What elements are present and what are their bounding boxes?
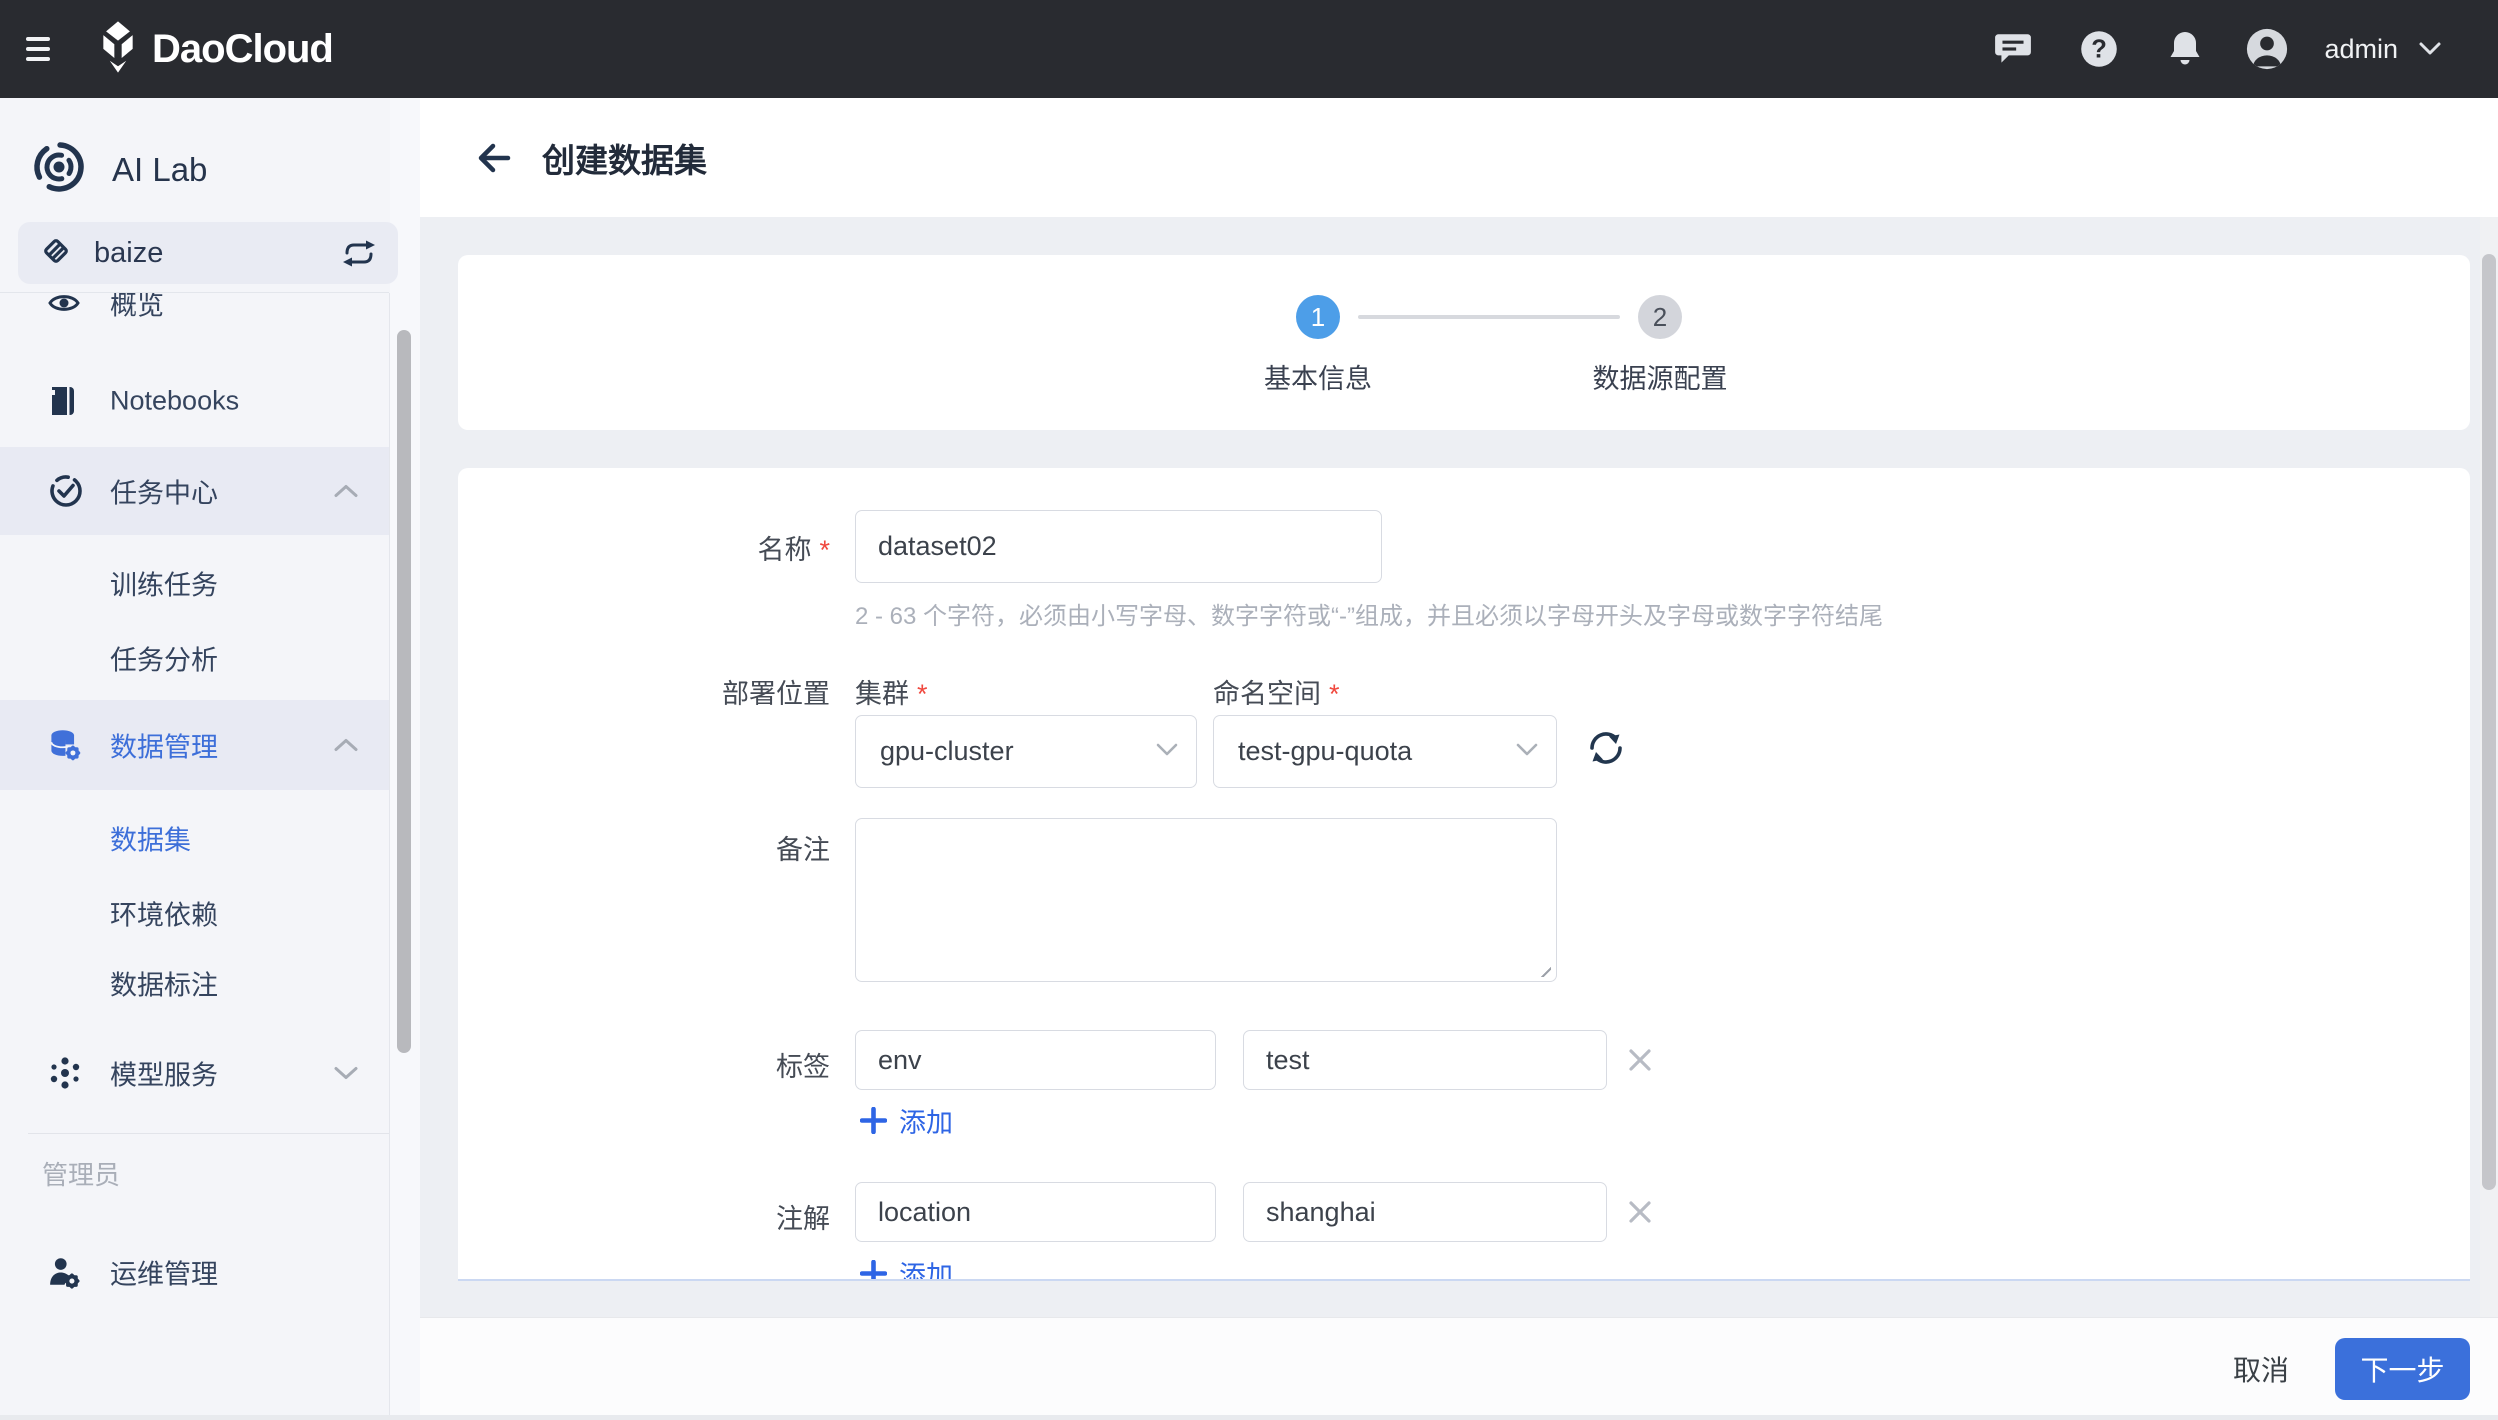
user-avatar[interactable] [2246, 28, 2288, 70]
help-icon[interactable]: ? [2078, 28, 2120, 70]
step-1-label: 基本信息 [1264, 364, 1372, 394]
required-marker: * [1329, 679, 1340, 709]
task-check-icon [48, 473, 84, 509]
page-header: 创建数据集 [420, 98, 2498, 217]
back-arrow-icon[interactable] [476, 142, 512, 174]
namespace-label: 命名空间 * [1213, 679, 1340, 709]
step-2-circle: 2 [1638, 295, 1682, 339]
tag-key-input[interactable] [855, 1030, 1216, 1090]
main-area: 创建数据集 1 2 基本信息 数据源配置 名称* 2 - 63 个字符，必须由小… [420, 98, 2498, 1420]
chevron-up-icon [333, 484, 359, 499]
notifications-bell-icon[interactable] [2164, 28, 2206, 70]
sidebar-item-datasets[interactable]: 数据集 [0, 800, 389, 875]
next-step-button[interactable]: 下一步 [2335, 1338, 2470, 1400]
product-header: AI Lab [32, 140, 207, 199]
chevron-down-icon [1516, 743, 1538, 761]
plus-icon [860, 1260, 887, 1279]
required-marker: * [917, 679, 928, 709]
remove-tag-icon[interactable] [1620, 1040, 1660, 1080]
annotation-value-input[interactable] [1243, 1182, 1607, 1242]
brand-logo: DaoCloud [96, 20, 334, 78]
annotation-key-input[interactable] [855, 1182, 1216, 1242]
workspace-diamond-icon [40, 235, 72, 272]
sidebar-item-model-services[interactable]: 模型服务 [0, 1035, 389, 1110]
step-1-circle: 1 [1296, 295, 1340, 339]
step-2-label: 数据源配置 [1592, 364, 1728, 394]
form-card: 名称* 2 - 63 个字符，必须由小写字母、数字字符或“-”组成，并且必须以字… [458, 468, 2470, 1281]
page-title: 创建数据集 [542, 141, 707, 179]
annotations-label: 注解 [776, 1204, 830, 1234]
chevron-down-icon [2418, 41, 2442, 57]
cluster-label: 集群 * [855, 679, 928, 709]
top-bar: DaoCloud ? admin [0, 0, 2498, 98]
cancel-button[interactable]: 取消 [2233, 1349, 2289, 1389]
deploy-location-label: 部署位置 [722, 679, 830, 709]
sidebar-menu: 概览 Notebooks 任务中心 训练任务 任务分析 数据管理 数据集 环境依… [0, 293, 389, 1420]
bottom-edge [0, 1415, 2498, 1420]
chevron-up-icon [333, 738, 359, 753]
footer-bar: 取消 下一步 [420, 1317, 2498, 1420]
notebook-icon [48, 385, 78, 417]
sidebar-item-training-jobs[interactable]: 训练任务 [0, 545, 389, 620]
sidebar: AI Lab baize 概览 Notebooks 任务中心 训练任务 任务分析… [0, 98, 420, 1420]
app-screen: DaoCloud ? admin AI Lab baize 概览 Noteboo… [0, 0, 2498, 1420]
add-annotation-button[interactable]: 添加 [860, 1254, 953, 1279]
workspace-name: baize [94, 236, 164, 269]
switch-workspace-icon[interactable] [342, 240, 376, 267]
name-label: 名称 * [757, 535, 830, 565]
nodes-cluster-icon [48, 1056, 82, 1090]
add-tag-button[interactable]: 添加 [860, 1101, 953, 1140]
main-scrollbar[interactable] [2482, 254, 2496, 1190]
name-input[interactable] [855, 510, 1382, 583]
admin-section-divider [28, 1133, 389, 1134]
sidebar-scrollbar[interactable] [397, 330, 411, 1053]
sidebar-item-data-annotation[interactable]: 数据标注 [0, 945, 389, 1020]
admin-section-label: 管理员 [42, 1160, 121, 1190]
plus-icon [860, 1107, 887, 1134]
sidebar-item-data-management[interactable]: 数据管理 [0, 700, 389, 790]
username: admin [2324, 33, 2398, 64]
chevron-down-icon [1156, 743, 1178, 761]
sidebar-item-environments[interactable]: 环境依赖 [0, 875, 389, 950]
remark-textarea[interactable] [855, 818, 1557, 982]
user-gear-icon [48, 1255, 82, 1289]
sidebar-item-task-center[interactable]: 任务中心 [0, 447, 389, 535]
sidebar-item-ops-management[interactable]: 运维管理 [0, 1233, 389, 1311]
brand-name: DaoCloud [152, 26, 334, 71]
sidebar-item-overview[interactable]: 概览 [0, 293, 389, 340]
tags-label: 标签 [776, 1052, 830, 1082]
menu-right-border [389, 293, 390, 1420]
ai-lab-icon [32, 140, 86, 199]
hamburger-menu-icon[interactable] [26, 37, 50, 61]
sidebar-item-job-analysis[interactable]: 任务分析 [0, 620, 389, 695]
workspace-selector[interactable]: baize [18, 222, 398, 284]
eye-icon [48, 293, 80, 316]
product-name: AI Lab [112, 150, 208, 188]
remark-label: 备注 [776, 835, 830, 865]
required-marker: * [819, 535, 830, 565]
message-icon[interactable] [1992, 28, 2034, 70]
refresh-icon[interactable] [1582, 724, 1630, 772]
cluster-select[interactable]: gpu-cluster [855, 715, 1197, 788]
step-connector [1358, 315, 1620, 319]
stepper-card: 1 2 基本信息 数据源配置 [458, 255, 2470, 430]
chevron-down-icon [333, 1065, 359, 1080]
user-menu[interactable]: admin [2306, 34, 2442, 65]
remove-annotation-icon[interactable] [1620, 1192, 1660, 1232]
name-hint: 2 - 63 个字符，必须由小写字母、数字字符或“-”组成，并且必须以字母开头及… [855, 603, 1884, 630]
svg-text:?: ? [2092, 35, 2108, 63]
namespace-select[interactable]: test-gpu-quota [1213, 715, 1557, 788]
tag-value-input[interactable] [1243, 1030, 1607, 1090]
database-gear-icon [48, 728, 82, 762]
topbar-actions: ? admin [1948, 28, 2498, 70]
daocloud-gem-icon [96, 20, 140, 78]
sidebar-item-notebooks[interactable]: Notebooks [0, 363, 389, 438]
